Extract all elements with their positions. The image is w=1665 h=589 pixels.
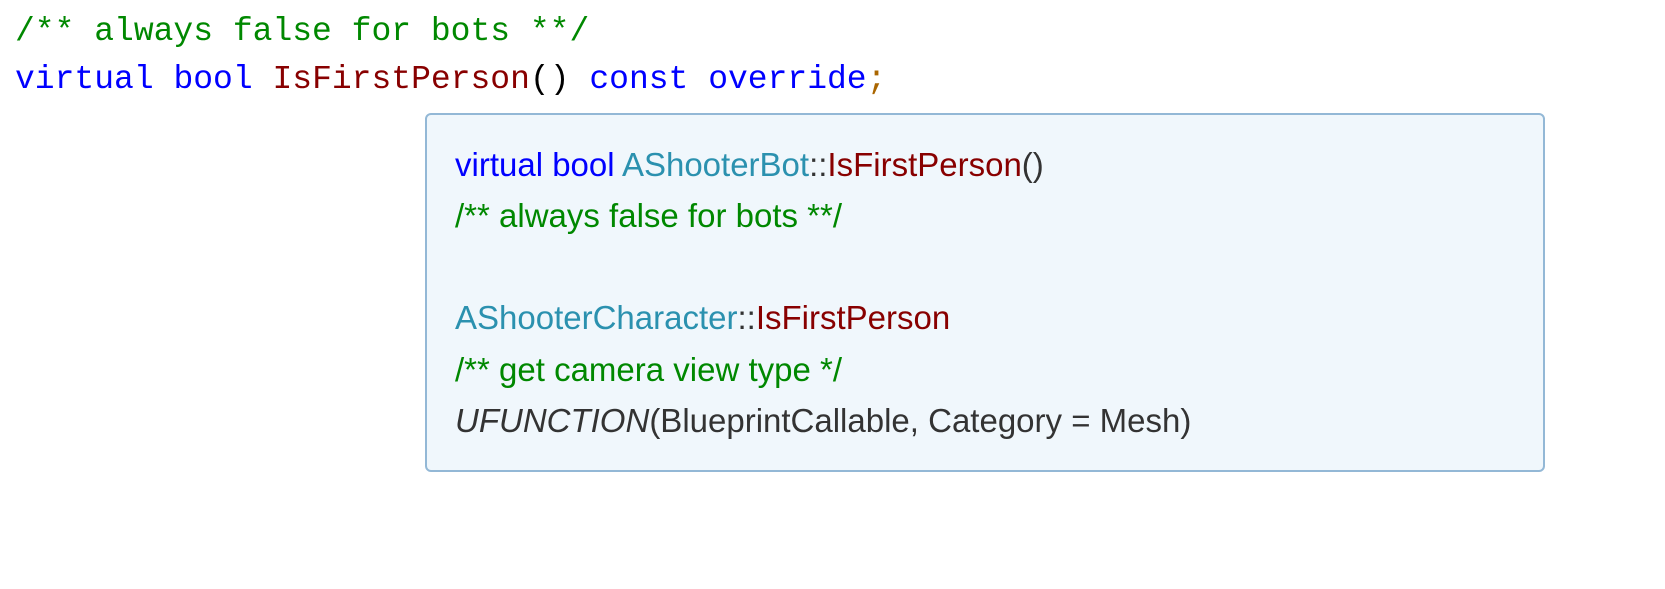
tooltip-ufunction-line: UFUNCTION(BlueprintCallable, Category = … — [455, 395, 1515, 446]
keyword-virtual: virtual — [15, 61, 154, 98]
comment-text: /** always false for bots **/ — [455, 197, 842, 234]
keyword-const: const — [589, 61, 688, 98]
space — [154, 61, 174, 98]
parentheses: () — [530, 61, 570, 98]
function-name: IsFirstPerson — [756, 299, 950, 336]
code-declaration-line: virtual bool IsFirstPerson() const overr… — [15, 56, 1650, 104]
double-colon: :: — [737, 299, 755, 336]
keyword-virtual: virtual — [455, 146, 543, 183]
tooltip-base-line: AShooterCharacter::IsFirstPerson — [455, 292, 1515, 343]
tooltip-blank-line — [455, 241, 1515, 292]
keyword-bool: bool — [173, 61, 252, 98]
space — [570, 61, 590, 98]
keyword-override: override — [708, 61, 866, 98]
class-name: AShooterBot — [622, 146, 809, 183]
space — [253, 61, 273, 98]
semicolon: ; — [867, 61, 887, 98]
comment-text: /** always false for bots **/ — [15, 13, 589, 50]
tooltip-comment-line: /** always false for bots **/ — [455, 190, 1515, 241]
tooltip-signature-line: virtual bool AShooterBot::IsFirstPerson(… — [455, 139, 1515, 190]
macro-name: UFUNCTION — [455, 402, 649, 439]
function-name: IsFirstPerson — [272, 61, 529, 98]
class-name: AShooterCharacter — [455, 299, 737, 336]
tooltip-comment-line: /** get camera view type */ — [455, 344, 1515, 395]
double-colon: :: — [809, 146, 827, 183]
space — [543, 146, 552, 183]
code-comment-line: /** always false for bots **/ — [15, 8, 1650, 56]
space — [688, 61, 708, 98]
keyword-bool: bool — [552, 146, 614, 183]
function-name: IsFirstPerson — [827, 146, 1021, 183]
intellisense-tooltip: virtual bool AShooterBot::IsFirstPerson(… — [425, 113, 1545, 472]
parentheses: () — [1022, 146, 1044, 183]
code-editor-area[interactable]: /** always false for bots **/ virtual bo… — [15, 8, 1650, 104]
comment-text: /** get camera view type */ — [455, 351, 842, 388]
space — [615, 146, 622, 183]
macro-args: (BlueprintCallable, Category = Mesh) — [649, 402, 1191, 439]
